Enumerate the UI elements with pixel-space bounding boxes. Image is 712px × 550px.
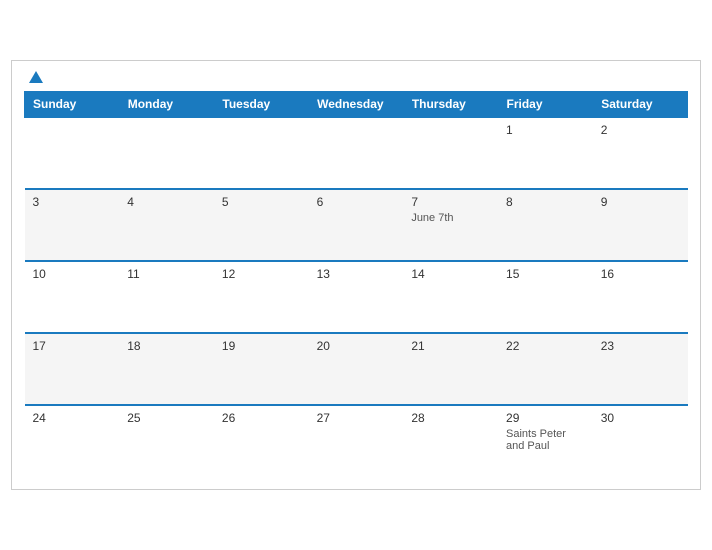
calendar-day-cell: 22	[498, 333, 593, 405]
day-number: 18	[127, 339, 206, 353]
calendar-day-cell	[309, 117, 404, 189]
day-number: 10	[33, 267, 112, 281]
day-number: 25	[127, 411, 206, 425]
day-number: 29	[506, 411, 585, 425]
day-number: 21	[411, 339, 490, 353]
calendar-week-row: 17 18 19 20 21 22 23	[25, 333, 688, 405]
calendar-day-cell: 13	[309, 261, 404, 333]
day-number: 16	[601, 267, 680, 281]
calendar-body: 1234567June 7th8910111213141516171819202…	[25, 117, 688, 477]
day-number: 4	[127, 195, 206, 209]
calendar-header	[24, 71, 688, 83]
calendar-day-cell	[25, 117, 120, 189]
calendar-day-cell: 9	[593, 189, 688, 261]
day-number: 6	[317, 195, 396, 209]
calendar-week-row: 24 25 26 27 28 29 Saints Peter and Paul 30	[25, 405, 688, 477]
logo-triangle-icon	[29, 71, 43, 83]
calendar-day-cell: 11	[119, 261, 214, 333]
weekday-header-cell: Thursday	[403, 92, 498, 118]
day-number: 8	[506, 195, 585, 209]
calendar-day-cell: 6	[309, 189, 404, 261]
day-number: 2	[601, 123, 680, 137]
day-number: 5	[222, 195, 301, 209]
calendar-day-cell: 28	[403, 405, 498, 477]
day-number: 11	[127, 267, 206, 281]
day-number: 15	[506, 267, 585, 281]
calendar-day-cell: 16	[593, 261, 688, 333]
calendar-day-cell: 3	[25, 189, 120, 261]
weekday-header-cell: Saturday	[593, 92, 688, 118]
weekday-header-cell: Friday	[498, 92, 593, 118]
calendar-day-cell: 10	[25, 261, 120, 333]
day-number: 24	[33, 411, 112, 425]
day-number: 28	[411, 411, 490, 425]
calendar-day-cell	[214, 117, 309, 189]
calendar-week-row: 12	[25, 117, 688, 189]
calendar-day-cell: 2	[593, 117, 688, 189]
calendar-week-row: 10 11 12 13 14 15 16	[25, 261, 688, 333]
calendar-day-cell: 18	[119, 333, 214, 405]
calendar-table: SundayMondayTuesdayWednesdayThursdayFrid…	[24, 91, 688, 477]
day-number: 26	[222, 411, 301, 425]
calendar-day-cell	[119, 117, 214, 189]
calendar-day-cell: 17	[25, 333, 120, 405]
calendar-day-cell: 21	[403, 333, 498, 405]
weekday-header-cell: Tuesday	[214, 92, 309, 118]
calendar-day-cell: 12	[214, 261, 309, 333]
day-number: 22	[506, 339, 585, 353]
weekday-header-cell: Wednesday	[309, 92, 404, 118]
weekday-header-cell: Monday	[119, 92, 214, 118]
day-number: 1	[506, 123, 585, 137]
day-number: 19	[222, 339, 301, 353]
calendar-day-cell: 29 Saints Peter and Paul	[498, 405, 593, 477]
calendar-day-cell: 8	[498, 189, 593, 261]
day-number: 14	[411, 267, 490, 281]
calendar-day-cell: 15	[498, 261, 593, 333]
day-number: 20	[317, 339, 396, 353]
day-number: 30	[601, 411, 680, 425]
calendar-week-row: 3 4 5 6 7 June 7th 8 9	[25, 189, 688, 261]
calendar-container: SundayMondayTuesdayWednesdayThursdayFrid…	[11, 60, 701, 490]
calendar-day-cell: 25	[119, 405, 214, 477]
event-text: June 7th	[411, 212, 490, 224]
day-number: 23	[601, 339, 680, 353]
calendar-day-cell: 26	[214, 405, 309, 477]
day-number: 9	[601, 195, 680, 209]
calendar-day-cell: 14	[403, 261, 498, 333]
event-text: Saints Peter and Paul	[506, 428, 585, 452]
calendar-day-cell: 30	[593, 405, 688, 477]
calendar-day-cell: 19	[214, 333, 309, 405]
day-number: 27	[317, 411, 396, 425]
weekday-header-cell: Sunday	[25, 92, 120, 118]
calendar-day-cell: 7 June 7th	[403, 189, 498, 261]
day-number: 12	[222, 267, 301, 281]
day-number: 3	[33, 195, 112, 209]
weekday-header-row: SundayMondayTuesdayWednesdayThursdayFrid…	[25, 92, 688, 118]
day-number: 13	[317, 267, 396, 281]
day-number: 7	[411, 195, 490, 209]
calendar-day-cell: 5	[214, 189, 309, 261]
calendar-day-cell: 4	[119, 189, 214, 261]
calendar-day-cell: 20	[309, 333, 404, 405]
calendar-day-cell	[403, 117, 498, 189]
calendar-day-cell: 1	[498, 117, 593, 189]
calendar-day-cell: 27	[309, 405, 404, 477]
calendar-day-cell: 23	[593, 333, 688, 405]
logo	[26, 71, 43, 83]
day-number: 17	[33, 339, 112, 353]
calendar-day-cell: 24	[25, 405, 120, 477]
